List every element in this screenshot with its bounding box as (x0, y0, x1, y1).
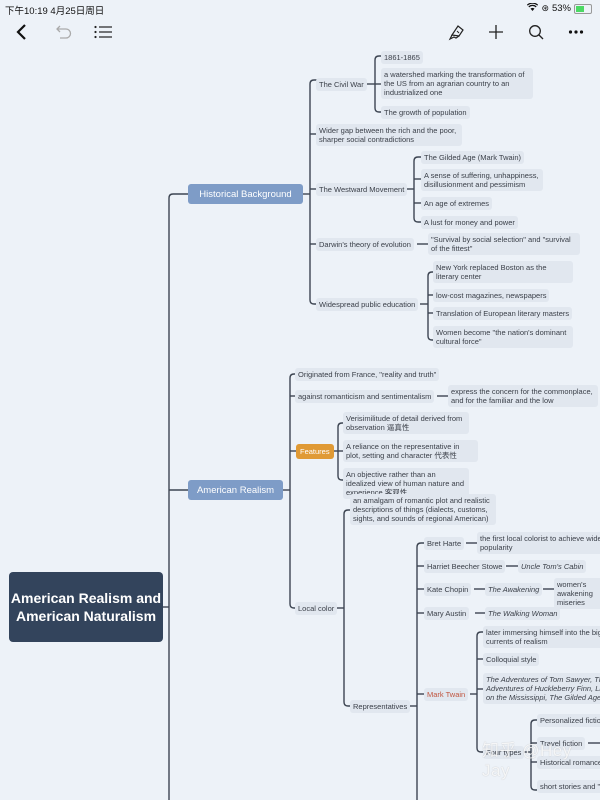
topic-features[interactable]: Features (296, 444, 334, 459)
toolbar (0, 16, 600, 48)
mindmap-canvas[interactable]: American Realism and American Naturalism… (0, 48, 600, 800)
darwin-survival[interactable]: "Survival by social selection" and "surv… (428, 233, 580, 255)
westward-suffering[interactable]: A sense of suffering, unhappiness, disil… (421, 169, 543, 191)
back-icon (16, 24, 26, 40)
type-personalized[interactable]: Personalized fiction (537, 714, 600, 727)
status-bar: 下午10:19 4月25日周日 ⊛ 53% (0, 0, 600, 17)
education-new-york[interactable]: New York replaced Boston as the literary… (433, 261, 573, 283)
bret-harte-note[interactable]: the first local colorist to achieve wide… (477, 532, 600, 554)
undo-button[interactable] (52, 20, 76, 44)
civil-war-population[interactable]: The growth of population (381, 106, 470, 119)
rep-austin[interactable]: Mary Austin (424, 607, 470, 620)
realism-against[interactable]: against romanticism and sentimentalism (295, 390, 435, 403)
add-button[interactable] (484, 20, 508, 44)
education-women[interactable]: Women become "the nation's dominant cult… (433, 326, 573, 348)
topic-civil-war[interactable]: The Civil War (316, 78, 367, 91)
topic-darwin[interactable]: Darwin's theory of evolution (316, 238, 414, 251)
chopin-note[interactable]: women's awakening miseries (554, 578, 600, 609)
more-icon (568, 30, 584, 34)
stowe-work[interactable]: Uncle Tom's Cabin (518, 560, 587, 573)
civil-war-watershed[interactable]: a watershed marking the transformation o… (381, 68, 533, 99)
rep-stowe[interactable]: Harriet Beecher Stowe (424, 560, 506, 573)
wifi-icon (527, 2, 539, 14)
chopin-work[interactable]: The Awakening (485, 583, 543, 596)
topic-westward-movement[interactable]: The Westward Movement (316, 183, 408, 196)
rep-mark-twain[interactable]: Mark Twain (424, 688, 469, 701)
undo-icon (56, 25, 72, 39)
education-translation[interactable]: Translation of European literary masters (433, 307, 573, 320)
search-button[interactable] (524, 20, 548, 44)
topic-american-realism[interactable]: American Realism (188, 480, 283, 500)
westward-extremes[interactable]: An age of extremes (421, 197, 493, 210)
feature-verisimilitude[interactable]: Verisimilitude of detail derived from ob… (343, 412, 469, 434)
plus-icon (489, 25, 503, 39)
education-magazines[interactable]: low-cost magazines, newspapers (433, 289, 550, 302)
topic-public-education[interactable]: Widespread public education (316, 298, 419, 311)
rep-bret-harte[interactable]: Bret Harte (424, 537, 465, 550)
topic-wider-gap[interactable]: Wider gap between the rich and the poor,… (316, 124, 462, 146)
watermark: 知乎 @Hey Jay (482, 741, 572, 780)
twain-realism[interactable]: later immersing himself into the big cur… (483, 626, 600, 648)
westward-gilded-age[interactable]: The Gilded Age (Mark Twain) (421, 151, 524, 164)
local-color-amalgam[interactable]: an amalgam of romantic plot and realisti… (350, 494, 496, 525)
orientation-lock-icon: ⊛ (541, 3, 549, 13)
type-short-stories[interactable]: short stories and " (537, 780, 600, 793)
paint-bucket-icon (448, 25, 464, 41)
more-button[interactable] (564, 20, 588, 44)
twain-colloquial[interactable]: Colloquial style (483, 653, 540, 666)
twain-works[interactable]: The Adventures of Tom Sawyer, The Advent… (483, 673, 600, 704)
search-icon (529, 25, 544, 40)
battery-icon (574, 3, 592, 14)
outline-button[interactable] (91, 20, 115, 44)
realism-origin[interactable]: Originated from France, "reality and tru… (295, 368, 440, 381)
topic-representatives[interactable]: Representatives (350, 700, 411, 713)
civil-war-dates[interactable]: 1861-1865 (381, 51, 423, 64)
back-button[interactable] (10, 20, 34, 44)
realism-commonplace[interactable]: express the concern for the commonplace,… (448, 385, 598, 407)
list-icon (94, 25, 112, 39)
feature-representative[interactable]: A reliance on the representative in plot… (343, 440, 478, 462)
westward-lust[interactable]: A lust for money and power (421, 216, 518, 229)
topic-historical-background[interactable]: Historical Background (188, 184, 303, 204)
status-time: 下午10:19 4月25日周日 (5, 6, 105, 17)
style-button[interactable] (445, 20, 469, 44)
topic-local-color[interactable]: Local color (295, 602, 338, 615)
austin-work[interactable]: The Walking Woman (485, 607, 561, 620)
rep-chopin[interactable]: Kate Chopin (424, 583, 472, 596)
battery-percent: 53% (551, 3, 571, 14)
root-topic[interactable]: American Realism and American Naturalism (9, 572, 163, 642)
